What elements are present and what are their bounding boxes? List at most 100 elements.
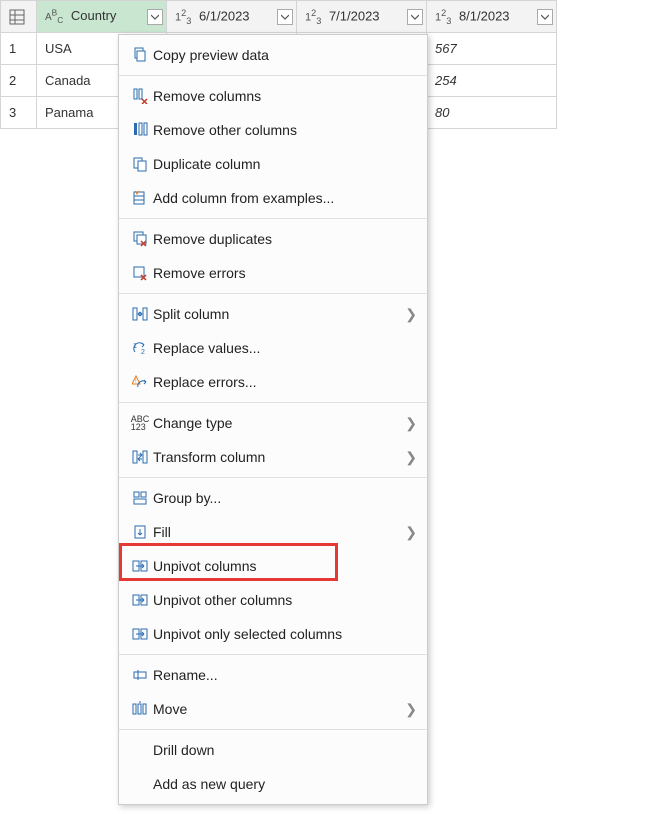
column-label: 7/1/2023 bbox=[329, 8, 380, 23]
move-icon bbox=[127, 701, 153, 717]
cell-value[interactable]: 254 bbox=[427, 65, 557, 97]
menu-remove-errors[interactable]: Remove errors bbox=[119, 256, 427, 290]
svg-text:2: 2 bbox=[141, 349, 145, 356]
menu-label: Move bbox=[153, 701, 405, 717]
rename-icon bbox=[127, 667, 153, 683]
menu-separator bbox=[119, 402, 427, 403]
menu-separator bbox=[119, 654, 427, 655]
remove-errors-icon bbox=[127, 265, 153, 281]
menu-label: Remove other columns bbox=[153, 122, 417, 138]
menu-unpivot-other[interactable]: Unpivot other columns bbox=[119, 583, 427, 617]
menu-remove-duplicates[interactable]: Remove duplicates bbox=[119, 222, 427, 256]
chevron-down-icon bbox=[151, 13, 159, 21]
row-number-header[interactable] bbox=[1, 1, 37, 33]
menu-label: Add as new query bbox=[153, 776, 417, 792]
menu-rename[interactable]: Rename... bbox=[119, 658, 427, 692]
menu-fill[interactable]: Fill ❯ bbox=[119, 515, 427, 549]
split-icon bbox=[127, 306, 153, 322]
number-type-icon: 123 bbox=[305, 8, 321, 26]
cell-value[interactable]: 80 bbox=[427, 97, 557, 129]
row-number[interactable]: 3 bbox=[1, 97, 37, 129]
column-header-d2[interactable]: 123 7/1/2023 bbox=[297, 1, 427, 33]
column-filter-dropdown[interactable] bbox=[147, 9, 163, 25]
table-icon bbox=[9, 9, 25, 25]
chevron-right-icon: ❯ bbox=[405, 306, 417, 323]
column-label: 6/1/2023 bbox=[199, 8, 250, 23]
menu-copy-preview[interactable]: Copy preview data bbox=[119, 38, 427, 72]
remove-other-columns-icon bbox=[127, 122, 153, 138]
menu-separator bbox=[119, 218, 427, 219]
menu-drill-down[interactable]: Drill down bbox=[119, 733, 427, 767]
menu-separator bbox=[119, 477, 427, 478]
menu-separator bbox=[119, 729, 427, 730]
cell-value[interactable]: 567 bbox=[427, 33, 557, 65]
menu-transform-column[interactable]: Transform column ❯ bbox=[119, 440, 427, 474]
menu-label: Remove duplicates bbox=[153, 231, 417, 247]
group-by-icon bbox=[127, 490, 153, 506]
replace-errors-icon: ! bbox=[127, 374, 153, 390]
menu-unpivot-selected[interactable]: Unpivot only selected columns bbox=[119, 617, 427, 651]
row-number[interactable]: 2 bbox=[1, 65, 37, 97]
menu-change-type[interactable]: ABC123 Change type ❯ bbox=[119, 406, 427, 440]
menu-unpivot-columns[interactable]: Unpivot columns bbox=[119, 549, 427, 583]
remove-columns-icon bbox=[127, 88, 153, 104]
unpivot-icon bbox=[127, 558, 153, 574]
menu-label: Remove columns bbox=[153, 88, 417, 104]
menu-label: Copy preview data bbox=[153, 47, 417, 63]
row-number[interactable]: 1 bbox=[1, 33, 37, 65]
column-label: 8/1/2023 bbox=[459, 8, 510, 23]
remove-duplicates-icon bbox=[127, 231, 153, 247]
column-header-country[interactable]: ABC Country bbox=[37, 1, 167, 33]
column-filter-dropdown[interactable] bbox=[277, 9, 293, 25]
menu-label: Replace values... bbox=[153, 340, 417, 356]
menu-add-new-query[interactable]: Add as new query bbox=[119, 767, 427, 801]
menu-separator bbox=[119, 293, 427, 294]
menu-label: Drill down bbox=[153, 742, 417, 758]
copy-icon bbox=[127, 47, 153, 63]
column-header-d3[interactable]: 123 8/1/2023 bbox=[427, 1, 557, 33]
menu-replace-values[interactable]: 12 Replace values... bbox=[119, 331, 427, 365]
menu-label: Add column from examples... bbox=[153, 190, 417, 206]
menu-remove-columns[interactable]: Remove columns bbox=[119, 79, 427, 113]
transform-icon bbox=[127, 449, 153, 465]
fill-icon bbox=[127, 524, 153, 540]
column-filter-dropdown[interactable] bbox=[407, 9, 423, 25]
duplicate-icon bbox=[127, 156, 153, 172]
menu-replace-errors[interactable]: ! Replace errors... bbox=[119, 365, 427, 399]
change-type-icon: ABC123 bbox=[127, 415, 153, 431]
menu-label: Unpivot columns bbox=[153, 558, 417, 574]
menu-label: Duplicate column bbox=[153, 156, 417, 172]
menu-separator bbox=[119, 75, 427, 76]
chevron-right-icon: ❯ bbox=[405, 449, 417, 466]
menu-label: Rename... bbox=[153, 667, 417, 683]
chevron-down-icon bbox=[281, 13, 289, 21]
menu-move[interactable]: Move ❯ bbox=[119, 692, 427, 726]
chevron-down-icon bbox=[411, 13, 419, 21]
column-header-d1[interactable]: 123 6/1/2023 bbox=[167, 1, 297, 33]
chevron-right-icon: ❯ bbox=[405, 524, 417, 541]
unpivot-other-icon bbox=[127, 592, 153, 608]
menu-label: Fill bbox=[153, 524, 405, 540]
menu-add-from-examples[interactable]: Add column from examples... bbox=[119, 181, 427, 215]
replace-values-icon: 12 bbox=[127, 340, 153, 356]
menu-duplicate-column[interactable]: Duplicate column bbox=[119, 147, 427, 181]
menu-split-column[interactable]: Split column ❯ bbox=[119, 297, 427, 331]
menu-label: Remove errors bbox=[153, 265, 417, 281]
column-filter-dropdown[interactable] bbox=[537, 9, 553, 25]
menu-label: Replace errors... bbox=[153, 374, 417, 390]
chevron-down-icon bbox=[541, 13, 549, 21]
add-column-icon bbox=[127, 190, 153, 206]
chevron-right-icon: ❯ bbox=[405, 701, 417, 718]
menu-label: Split column bbox=[153, 306, 405, 322]
number-type-icon: 123 bbox=[435, 8, 451, 26]
menu-group-by[interactable]: Group by... bbox=[119, 481, 427, 515]
column-label: Country bbox=[71, 8, 117, 23]
unpivot-selected-icon bbox=[127, 626, 153, 642]
menu-remove-other-columns[interactable]: Remove other columns bbox=[119, 113, 427, 147]
number-type-icon: 123 bbox=[175, 8, 191, 26]
menu-label: Change type bbox=[153, 415, 405, 431]
menu-label: Transform column bbox=[153, 449, 405, 465]
menu-label: Group by... bbox=[153, 490, 417, 506]
menu-label: Unpivot other columns bbox=[153, 592, 417, 608]
menu-label: Unpivot only selected columns bbox=[153, 626, 417, 642]
